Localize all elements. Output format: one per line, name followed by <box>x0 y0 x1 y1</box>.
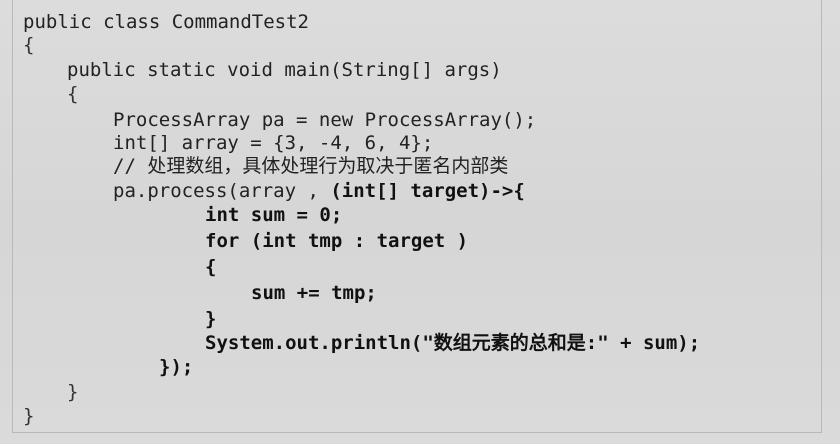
code-line-lambda-close: }); <box>159 356 194 378</box>
code-lambda-params: (int[] target)->{ <box>330 180 525 202</box>
code-line-sum-init: int sum = 0; <box>205 204 343 226</box>
code-line-for-loop: for (int tmp : target ) <box>205 230 469 252</box>
code-line-main-close-brace: } <box>67 381 79 403</box>
code-line-array-init: int[] array = {3, -4, 6, 4}; <box>113 132 434 154</box>
code-line-new-processarray: ProcessArray pa = new ProcessArray(); <box>113 109 537 131</box>
code-line-main-open-brace: { <box>67 83 79 105</box>
page: public class CommandTest2 { public stati… <box>0 0 840 444</box>
code-line-class-decl: public class CommandTest2 <box>23 11 309 33</box>
code-line-sum-add: sum += tmp; <box>251 282 377 304</box>
code-line-open-brace: { <box>23 34 35 56</box>
code-line-println: System.out.println("数组元素的总和是:" + sum); <box>205 332 701 354</box>
code-block: public class CommandTest2 { public stati… <box>12 0 822 433</box>
code-line-process-call: pa.process(array , (int[] target)->{ <box>113 180 525 202</box>
code-line-for-open-brace: { <box>205 256 217 278</box>
code-line-comment: // 处理数组，具体处理行为取决于匿名内部类 <box>113 155 509 177</box>
code-line-for-close-brace: } <box>205 308 217 330</box>
code-line-class-close-brace: } <box>23 405 35 427</box>
code-process-call-text: pa.process(array , <box>113 180 331 202</box>
code-line-main-decl: public static void main(String[] args) <box>67 59 502 81</box>
